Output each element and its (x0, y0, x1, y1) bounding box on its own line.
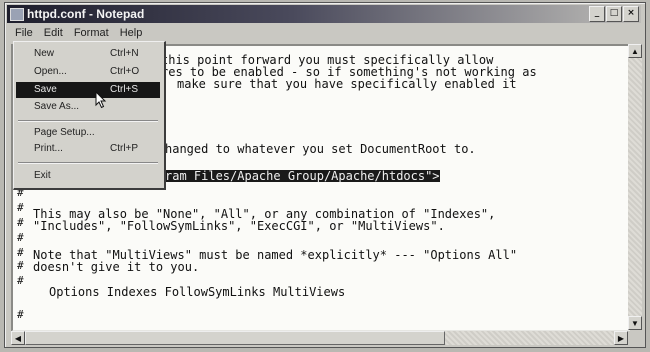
menu-help[interactable]: Help (120, 27, 143, 39)
scroll-thumb[interactable] (25, 331, 445, 345)
menu-item-label: New (34, 48, 55, 59)
scroll-down-icon[interactable]: ▼ (628, 316, 642, 330)
comment-marker: # (17, 216, 24, 229)
menu-item-shortcut: Ctrl+S (110, 84, 139, 95)
menu-item-print[interactable]: Print... Ctrl+P (16, 141, 160, 157)
menu-item-new[interactable]: New Ctrl+N (16, 46, 160, 62)
code-line: "Includes", "FollowSymLinks", "ExecCGI",… (33, 219, 445, 233)
code-line: hanged to whatever you set DocumentRoot … (165, 142, 476, 156)
menu-item-shortcut: Ctrl+N (110, 48, 139, 59)
menu-separator (18, 120, 158, 122)
menu-edit[interactable]: Edit (44, 27, 63, 39)
title-bar[interactable]: httpd.conf - Notepad _ □ × (7, 5, 641, 23)
menu-item-open[interactable]: Open... Ctrl+O (16, 64, 160, 80)
menu-file[interactable]: File (15, 27, 33, 39)
notepad-window: httpd.conf - Notepad _ □ × File Edit For… (4, 2, 646, 348)
menu-item-save[interactable]: Save Ctrl+S (16, 82, 160, 98)
comment-marker: # (17, 259, 24, 272)
comment-marker: # (17, 201, 24, 214)
comment-marker: # (17, 231, 24, 244)
menu-item-label: Save (34, 84, 57, 95)
scroll-left-icon[interactable]: ◀ (11, 331, 25, 345)
notepad-icon (10, 8, 24, 21)
code-line: Options Indexes FollowSymLinks MultiView… (49, 285, 346, 299)
menu-item-exit[interactable]: Exit (16, 168, 160, 184)
vertical-scrollbar[interactable]: ▲ ▼ (628, 44, 642, 330)
menu-item-shortcut: Ctrl+O (110, 66, 140, 77)
menu-item-label: Open... (34, 66, 67, 77)
scroll-up-icon[interactable]: ▲ (628, 44, 642, 58)
menu-format[interactable]: Format (74, 27, 109, 39)
close-button[interactable]: × (623, 6, 639, 22)
comment-marker: # (17, 246, 24, 259)
maximize-button[interactable]: □ (606, 6, 622, 22)
scroll-right-icon[interactable]: ▶ (614, 331, 628, 345)
code-line: make sure that you have specifically ena… (177, 77, 517, 91)
menu-separator (18, 162, 158, 164)
menu-item-label: Page Setup... (34, 127, 95, 138)
menu-item-label: Save As... (34, 101, 80, 112)
menu-item-save-as[interactable]: Save As... (16, 99, 160, 115)
mouse-cursor-icon (95, 91, 107, 109)
comment-marker: # (17, 308, 24, 321)
size-grip[interactable] (628, 331, 642, 345)
menu-item-page-setup[interactable]: Page Setup... (16, 125, 160, 141)
menu-item-shortcut: Ctrl+P (110, 143, 139, 154)
selected-text: ram Files/Apache Group/Apache/htdocs"> (165, 169, 440, 183)
menu-bar: File Edit Format Help (7, 25, 641, 42)
minimize-button[interactable]: _ (589, 6, 605, 22)
comment-marker: # (17, 274, 24, 287)
window-title: httpd.conf - Notepad (27, 7, 145, 21)
code-line: doesn't give it to you. (33, 260, 200, 274)
menu-item-label: Exit (34, 170, 51, 181)
file-menu-dropdown: New Ctrl+N Open... Ctrl+O Save Ctrl+S Sa… (13, 41, 166, 190)
horizontal-scrollbar[interactable]: ◀ ▶ (11, 331, 628, 345)
menu-item-label: Print... (34, 143, 63, 154)
